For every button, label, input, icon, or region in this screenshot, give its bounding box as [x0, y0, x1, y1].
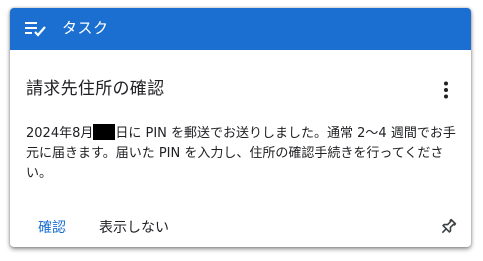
header-title: タスク — [62, 19, 109, 37]
confirm-button[interactable]: 確認 — [38, 219, 66, 237]
redacted-block — [93, 124, 116, 140]
task-card: タスク 請求先住所の確認 2024年8月 日に PIN を郵送でお送りしました。通… — [10, 8, 471, 247]
card-header: タスク — [10, 8, 471, 50]
message-part-1: 2024年8月 — [26, 126, 94, 141]
pin-icon[interactable] — [439, 218, 457, 236]
dismiss-button[interactable]: 表示しない — [99, 219, 169, 237]
task-title: 請求先住所の確認 — [26, 79, 165, 99]
task-message: 2024年8月 日に PIN を郵送でお送りしました。通常 2〜4 週間でお手元に… — [26, 124, 456, 184]
more-vert-icon[interactable] — [443, 81, 449, 99]
task-list-check-icon — [25, 22, 46, 37]
